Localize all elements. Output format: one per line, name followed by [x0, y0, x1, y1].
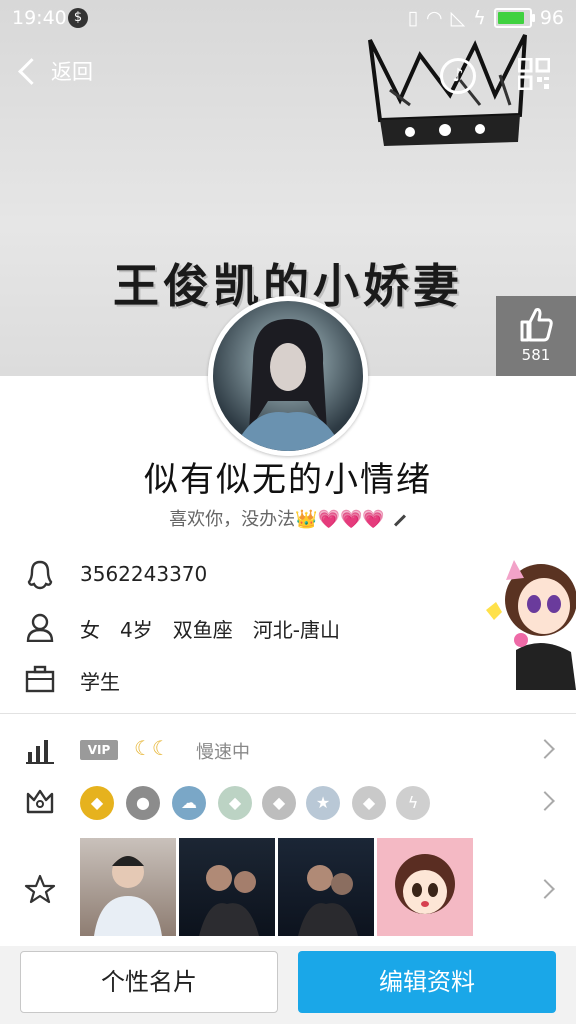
penguin-badge-icon[interactable]: ● [126, 786, 160, 820]
status-bar: 19:40 $ ▯ ◠ ◺ ϟ 96 [0, 0, 576, 36]
signature-row[interactable]: 喜欢你，没办法👑💗💗💗 [0, 505, 576, 531]
signature-text: 喜欢你，没办法 [169, 509, 296, 530]
signature-emoji: 👑💗💗💗 [295, 509, 385, 530]
section-divider [0, 713, 576, 714]
avatar[interactable] [208, 296, 368, 456]
sticker-decoration [486, 560, 576, 690]
photo-thumbnail[interactable] [179, 838, 275, 936]
basic-info: 女 4岁 双鱼座 河北-唐山 [80, 618, 340, 642]
vibrate-icon: ▯ [407, 7, 419, 29]
briefcase-icon [25, 665, 55, 693]
bolt-gray-icon[interactable]: ϟ [396, 786, 430, 820]
moon-level-icon: ☾☾ [134, 736, 170, 760]
crown-outline-icon [26, 789, 54, 814]
diamond-gold-icon[interactable]: ◆ [80, 786, 114, 820]
charging-icon: ϟ [473, 7, 486, 29]
profile-card-button[interactable]: 个性名片 [20, 951, 278, 1013]
occupation: 学生 [80, 670, 120, 694]
signal-icon: ◺ [450, 7, 466, 29]
chevron-right-icon [535, 879, 555, 899]
like-count: 581 [521, 346, 551, 364]
photo-thumbnail[interactable] [80, 838, 176, 936]
battery-icon [493, 8, 535, 28]
chevron-right-icon [535, 791, 555, 811]
diamond-gray-icon[interactable]: ◆ [262, 786, 296, 820]
level-bars-icon [26, 740, 54, 764]
edit-profile-button[interactable]: 编辑资料 [298, 951, 556, 1013]
back-label: 返回 [51, 60, 93, 84]
thumbs-up-icon [520, 308, 553, 342]
chevron-left-icon [18, 57, 45, 85]
wifi-icon: ◠ [426, 7, 443, 29]
chevron-right-icon [535, 739, 555, 759]
notification-icon: $ [68, 8, 88, 28]
star-outline-icon [24, 874, 56, 904]
status-time: 19:40 [12, 7, 67, 29]
speed-status: 慢速中 [196, 742, 250, 763]
battery-level: 96 [539, 7, 564, 29]
diamond-silver-icon[interactable]: ◆ [352, 786, 386, 820]
photo-thumbnail[interactable] [377, 838, 473, 936]
vip-badge[interactable]: VIP [80, 740, 118, 760]
qr-code-icon[interactable] [518, 58, 550, 90]
penguin-icon [27, 560, 53, 590]
edit-pencil-icon[interactable] [393, 513, 406, 527]
diamond-green-icon[interactable]: ◆ [218, 786, 252, 820]
nickname: 似有似无的小情绪 [144, 460, 432, 500]
music-icon[interactable]: ♪ [440, 58, 476, 94]
like-button[interactable]: 581 [496, 296, 576, 376]
qq-number: 3562243370 [80, 562, 208, 586]
back-button[interactable]: 返回 [16, 56, 93, 86]
person-icon [26, 613, 54, 642]
star-gray-icon[interactable]: ★ [306, 786, 340, 820]
photo-thumbnail[interactable] [278, 838, 374, 936]
avatar-image [233, 319, 343, 451]
cloud-vip-icon[interactable]: ☁ [172, 786, 206, 820]
